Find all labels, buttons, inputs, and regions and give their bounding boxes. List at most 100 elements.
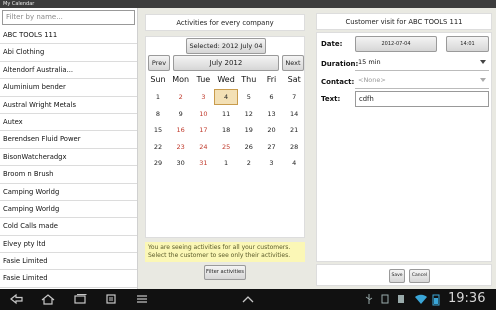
calendar-day[interactable]: 3 <box>191 89 215 105</box>
customer-item[interactable]: Camping Worldg <box>0 201 137 219</box>
calendar-panel: Activities for every company Selected: 2… <box>138 8 312 289</box>
weekday-label: Mon <box>172 75 190 84</box>
calendar-day[interactable]: 5 <box>237 89 261 105</box>
wifi-icon <box>415 294 427 304</box>
filter-input[interactable]: Filter by name... <box>2 10 135 25</box>
calendar-day[interactable]: 6 <box>260 89 284 105</box>
weekday-label: Sun <box>150 75 166 84</box>
contact-label: Contact: <box>321 78 355 86</box>
usb-debug-icon <box>381 294 389 304</box>
form-actions: Save Cancel <box>316 264 492 286</box>
menu-icon[interactable] <box>103 292 119 306</box>
menu-lines-icon[interactable] <box>134 292 150 306</box>
cancel-button[interactable]: Cancel <box>409 269 430 283</box>
month-title-button[interactable]: July 2012 <box>173 55 279 71</box>
calendar-day[interactable]: 11 <box>214 106 238 122</box>
calendar-day[interactable]: 21 <box>282 122 306 138</box>
calendar-day[interactable]: 29 <box>146 155 170 171</box>
notification-icon <box>398 295 404 303</box>
customer-item[interactable]: Elvey pty ltd <box>0 236 137 254</box>
calendar-day[interactable]: 16 <box>169 122 193 138</box>
calendar-day[interactable]: 27 <box>260 139 284 155</box>
weekday-label: Sat <box>287 75 301 84</box>
calendar-day[interactable]: 28 <box>282 139 306 155</box>
customer-item[interactable]: Fasie Limited <box>0 253 137 271</box>
recent-apps-icon[interactable] <box>72 292 88 306</box>
calendar-day[interactable]: 30 <box>169 155 193 171</box>
customer-item[interactable]: Broom n Brush <box>0 166 137 184</box>
calendar-day[interactable]: 8 <box>146 106 170 122</box>
calendar-day[interactable]: 4 <box>214 89 239 105</box>
calendar-day[interactable]: 9 <box>169 106 193 122</box>
calendar-day[interactable]: 25 <box>214 139 238 155</box>
calendar-day[interactable]: 7 <box>282 89 306 105</box>
filter-activities-button[interactable]: Filter activities <box>204 265 246 280</box>
calendar-day[interactable]: 1 <box>146 89 170 105</box>
up-icon[interactable] <box>240 292 256 306</box>
duration-value: 15 min <box>358 58 381 66</box>
window-title: My Calendar <box>0 0 496 8</box>
customer-item[interactable]: ABC TOOLS 111 <box>0 27 137 45</box>
contact-value: <None> <box>358 76 386 84</box>
calendar-day[interactable]: 2 <box>237 155 261 171</box>
activity-form: Date: 2012-07-04 14:01 Duration: 15 min … <box>316 32 492 262</box>
clock: 19:36 <box>448 291 486 306</box>
usb-icon <box>365 294 373 304</box>
duration-label: Duration: <box>321 60 359 68</box>
calendar-day[interactable]: 18 <box>214 122 238 138</box>
text-field[interactable]: cdfh <box>355 91 489 107</box>
weekday-label: Thu <box>241 75 257 84</box>
date-picker-button[interactable]: 2012-07-04 <box>355 36 437 52</box>
time-picker-button[interactable]: 14:01 <box>446 36 489 52</box>
customer-item[interactable]: Cold Calls made <box>0 218 137 236</box>
calendar-day[interactable]: 1 <box>214 155 238 171</box>
system-nav-bar: 19:36 <box>0 289 496 310</box>
activity-panel: Customer visit for ABC TOOLS 111 Date: 2… <box>312 8 496 289</box>
selected-date-button[interactable]: Selected: 2012 July 04 <box>186 38 266 54</box>
calendar-day[interactable]: 19 <box>237 122 261 138</box>
save-button[interactable]: Save <box>389 269 405 283</box>
customer-item[interactable]: Altendorf Australia... <box>0 62 137 80</box>
calendar-day[interactable]: 4 <box>282 155 306 171</box>
customer-item[interactable]: Abi Clothing <box>0 44 137 62</box>
customer-item[interactable]: Aluminium bender <box>0 79 137 97</box>
weekday-header: Sun Mon Tue Wed Thu Fri Sat <box>146 75 306 87</box>
customer-panel: Filter by name... ABC TOOLS 111 Abi Clot… <box>0 8 138 289</box>
next-month-button[interactable]: Next <box>282 55 304 71</box>
dropdown-arrow-icon <box>480 60 486 64</box>
calendar-day[interactable]: 12 <box>237 106 261 122</box>
calendar-day[interactable]: 24 <box>191 139 215 155</box>
calendar-day[interactable]: 2 <box>169 89 193 105</box>
calendar-day[interactable]: 15 <box>146 122 170 138</box>
info-message: You are seeing activities for all your c… <box>145 242 305 262</box>
date-label: Date: <box>321 40 343 48</box>
customer-item[interactable]: Autex <box>0 114 137 132</box>
home-icon[interactable] <box>40 292 56 306</box>
duration-select[interactable]: 15 min <box>355 55 489 71</box>
calendar-day[interactable]: 23 <box>169 139 193 155</box>
activity-title: Customer visit for ABC TOOLS 111 <box>316 13 492 30</box>
calendar-day[interactable]: 13 <box>260 106 284 122</box>
calendar-day[interactable]: 26 <box>237 139 261 155</box>
weekday-label: Fri <box>266 75 277 84</box>
customer-item[interactable]: BisonWatcheradgx <box>0 149 137 167</box>
customer-item[interactable]: Berendsen Fluid Power <box>0 131 137 149</box>
activities-header: Activities for every company <box>145 14 305 31</box>
weekday-label: Wed <box>217 75 235 84</box>
customer-list: ABC TOOLS 111 Abi Clothing Altendorf Aus… <box>0 27 137 288</box>
customer-item[interactable]: Camping Worldg <box>0 184 137 201</box>
contact-select[interactable]: <None> <box>355 73 489 89</box>
calendar-day[interactable]: 10 <box>191 106 215 122</box>
calendar-day[interactable]: 22 <box>146 139 170 155</box>
customer-item[interactable]: Austral Wright Metals <box>0 97 137 114</box>
customer-item[interactable]: Fasie Limited <box>0 270 137 288</box>
calendar-day[interactable]: 3 <box>260 155 284 171</box>
prev-month-button[interactable]: Prev <box>148 55 170 71</box>
calendar-day[interactable]: 17 <box>191 122 215 138</box>
calendar-day[interactable]: 20 <box>260 122 284 138</box>
battery-icon <box>432 294 440 306</box>
back-icon[interactable] <box>9 292 25 306</box>
calendar-day[interactable]: 14 <box>282 106 306 122</box>
calendar-day[interactable]: 31 <box>191 155 215 171</box>
text-label: Text: <box>321 95 341 103</box>
